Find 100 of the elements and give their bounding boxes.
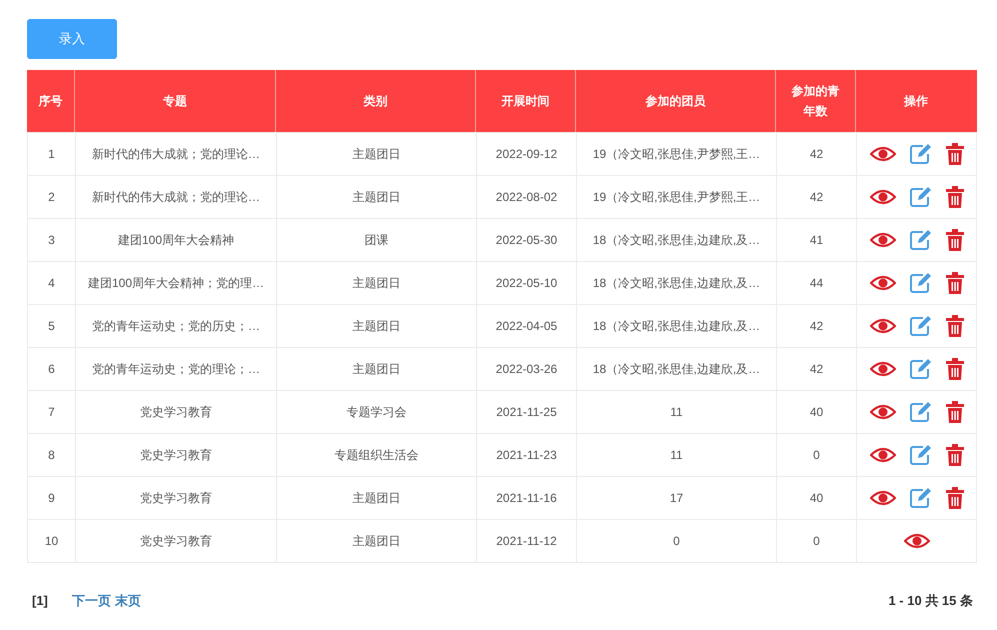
table-cell: 主题团日	[277, 262, 477, 304]
table-cell: 2022-09-12	[477, 133, 577, 175]
next-page-link[interactable]: 下一页	[72, 591, 111, 610]
table-cell: 42	[777, 305, 857, 347]
column-header: 参加的团员	[576, 70, 776, 132]
table-cell: 5	[28, 305, 76, 347]
table-cell: 19（冷文昭,张思佳,尹梦熙,王…	[577, 133, 777, 175]
table-cell: 4	[28, 262, 76, 304]
eye-icon[interactable]	[870, 447, 896, 463]
trash-icon[interactable]	[946, 487, 964, 509]
table-cell: 18（冷文昭,张思佳,边建欣,及…	[577, 262, 777, 304]
trash-icon[interactable]	[946, 272, 964, 294]
add-button[interactable]: 录入	[27, 19, 117, 59]
table-cell: 建团100周年大会精神；党的理…	[76, 262, 277, 304]
table-cell: 党史学习教育	[76, 477, 277, 519]
table-cell: 建团100周年大会精神	[76, 219, 277, 261]
table-cell: 党的青年运动史；党的理论；…	[76, 348, 277, 390]
table-cell: 党史学习教育	[76, 520, 277, 562]
table-cell: 40	[777, 477, 857, 519]
table-cell: 2022-05-10	[477, 262, 577, 304]
table-cell: 党史学习教育	[76, 434, 277, 476]
trash-icon[interactable]	[946, 229, 964, 251]
table-cell: 18（冷文昭,张思佳,边建欣,及…	[577, 305, 777, 347]
table-cell: 42	[777, 348, 857, 390]
table-cell: 0	[577, 520, 777, 562]
table-cell: 2021-11-12	[477, 520, 577, 562]
table-cell: 主题团日	[277, 477, 477, 519]
edit-icon[interactable]	[909, 315, 933, 337]
last-page-link[interactable]: 末页	[114, 591, 141, 610]
edit-icon[interactable]	[909, 186, 933, 208]
table-cell: 新时代的伟大成就；党的理论…	[76, 133, 277, 175]
table-cell: 11	[577, 391, 777, 433]
table-cell: 42	[777, 133, 857, 175]
table-cell: 主题团日	[277, 305, 477, 347]
trash-icon[interactable]	[946, 401, 964, 423]
table-cell: 专题组织生活会	[277, 434, 477, 476]
eye-icon[interactable]	[870, 146, 896, 162]
table-cell: 19（冷文昭,张思佳,尹梦熙,王…	[577, 176, 777, 218]
table-cell: 专题学习会	[277, 391, 477, 433]
table-cell: 7	[28, 391, 76, 433]
table-cell: 新时代的伟大成就；党的理论…	[76, 176, 277, 218]
table-cell: 3	[28, 219, 76, 261]
table-cell: 10	[28, 520, 76, 562]
table-cell: 2021-11-25	[477, 391, 577, 433]
trash-icon[interactable]	[946, 315, 964, 337]
eye-icon[interactable]	[904, 533, 930, 549]
column-header: 类别	[276, 70, 476, 132]
edit-icon[interactable]	[909, 401, 933, 423]
table-cell: 2	[28, 176, 76, 218]
table-cell: 2021-11-23	[477, 434, 577, 476]
table-cell: 0	[777, 434, 857, 476]
page-summary: 1 - 10 共 15 条	[888, 592, 973, 610]
table-cell: 40	[777, 391, 857, 433]
table-cell: 44	[777, 262, 857, 304]
table-cell: 党的青年运动史；党的历史；…	[76, 305, 277, 347]
column-header: 专题	[75, 70, 276, 132]
table-cell: 0	[777, 520, 857, 562]
trash-icon[interactable]	[946, 358, 964, 380]
eye-icon[interactable]	[870, 189, 896, 205]
column-header: 参加的青年数	[776, 70, 856, 132]
table-cell: 党史学习教育	[76, 391, 277, 433]
table-cell: 6	[28, 348, 76, 390]
eye-icon[interactable]	[870, 404, 896, 420]
trash-icon[interactable]	[946, 444, 964, 466]
edit-icon[interactable]	[909, 143, 933, 165]
table-cell: 主题团日	[277, 520, 477, 562]
table-cell: 主题团日	[277, 348, 477, 390]
table-cell: 1	[28, 133, 76, 175]
column-header: 开展时间	[476, 70, 576, 132]
edit-icon[interactable]	[909, 272, 933, 294]
table-cell: 17	[577, 477, 777, 519]
column-header: 序号	[27, 70, 75, 132]
eye-icon[interactable]	[870, 275, 896, 291]
column-header: 操作	[902, 93, 929, 110]
edit-icon[interactable]	[909, 358, 933, 380]
table-cell: 11	[577, 434, 777, 476]
edit-icon[interactable]	[909, 487, 933, 509]
table-cell: 18（冷文昭,张思佳,边建欣,及…	[577, 348, 777, 390]
current-page: [1]	[32, 592, 48, 610]
trash-icon[interactable]	[946, 186, 964, 208]
table-cell: 41	[777, 219, 857, 261]
table-cell: 2022-04-05	[477, 305, 577, 347]
table-cell: 9	[28, 477, 76, 519]
edit-icon[interactable]	[909, 444, 933, 466]
table-cell: 团课	[277, 219, 477, 261]
table-cell: 2021-11-16	[477, 477, 577, 519]
eye-icon[interactable]	[870, 232, 896, 248]
table-cell: 42	[777, 176, 857, 218]
edit-icon[interactable]	[909, 229, 933, 251]
table-cell: 8	[28, 434, 76, 476]
table-cell: 主题团日	[277, 133, 477, 175]
table-cell: 2022-05-30	[477, 219, 577, 261]
table-cell: 2022-08-02	[477, 176, 577, 218]
eye-icon[interactable]	[870, 490, 896, 506]
table-cell: 主题团日	[277, 176, 477, 218]
eye-icon[interactable]	[870, 318, 896, 334]
trash-icon[interactable]	[946, 143, 964, 165]
table-cell: 18（冷文昭,张思佳,边建欣,及…	[577, 219, 777, 261]
table-cell: 2022-03-26	[477, 348, 577, 390]
eye-icon[interactable]	[870, 361, 896, 377]
